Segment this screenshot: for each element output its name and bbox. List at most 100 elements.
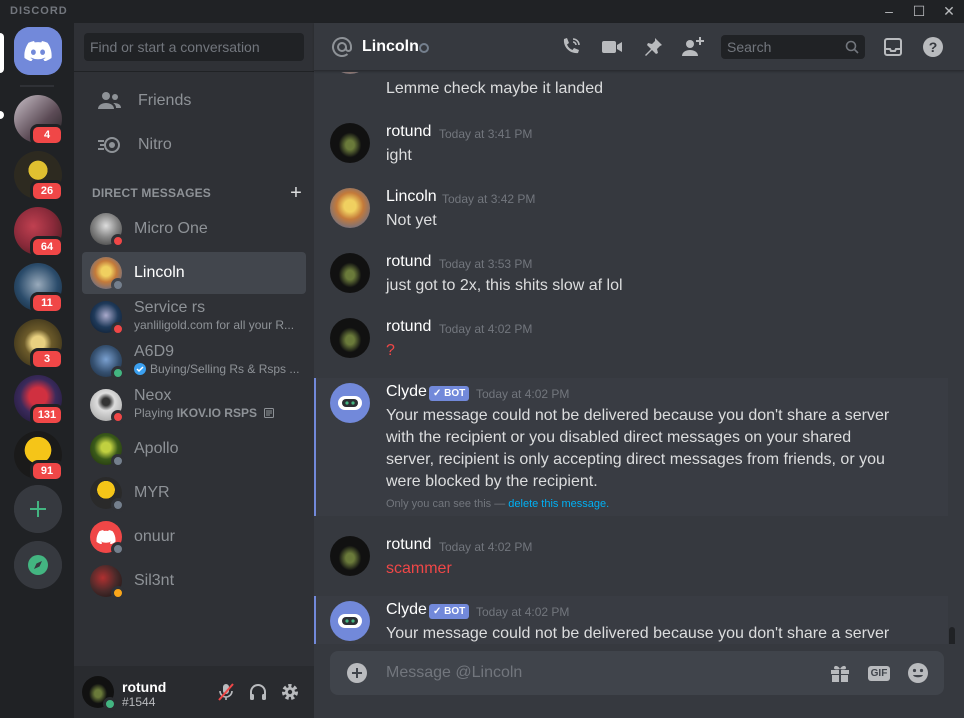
dm-name: Neox (134, 387, 172, 404)
start-video-call-button[interactable] (600, 35, 624, 59)
message-item: Lemme check maybe it landed (314, 72, 948, 97)
dm-item-myr[interactable]: MYR (82, 472, 306, 514)
status-offline-icon (111, 542, 125, 556)
message-item: rotund Today at 3:53 PM just got to 2x, … (314, 253, 948, 309)
user-settings-button[interactable] (277, 679, 303, 705)
search-icon (845, 40, 859, 57)
message-avatar[interactable] (330, 253, 370, 293)
minimize-button[interactable]: – (874, 0, 904, 23)
phone-call-icon (563, 38, 580, 54)
message-author[interactable]: Lincoln (386, 188, 437, 206)
add-friend-to-dm-button[interactable] (681, 35, 705, 59)
nitro-nav-item[interactable]: Nitro (82, 124, 306, 166)
activity-name: IKOV.IO RSPS (176, 406, 257, 420)
message-author[interactable]: rotund (386, 123, 431, 141)
gear-icon (282, 684, 298, 700)
dm-item-lincoln[interactable]: Lincoln (82, 252, 306, 294)
pinned-messages-button[interactable] (641, 35, 665, 59)
scrollbar-thumb[interactable] (949, 627, 955, 644)
home-button[interactable] (14, 27, 62, 75)
dm-item-sil3nt[interactable]: Sil3nt (82, 560, 306, 602)
message-content: ? (386, 342, 395, 359)
status-idle-icon (111, 586, 125, 600)
message-content: Your message could not be delivered beca… (386, 625, 890, 642)
deafen-button[interactable] (245, 679, 271, 705)
user-tag: #1544 (122, 695, 156, 709)
mute-button[interactable] (213, 679, 239, 705)
add-server-button[interactable] (14, 485, 62, 533)
message-avatar (330, 72, 370, 74)
dm-sidebar: Find or start a conversation Friends Nit… (74, 23, 314, 718)
explore-servers-button[interactable] (14, 541, 62, 589)
dm-name: A6D9 (134, 343, 175, 360)
server-icon-4[interactable]: 11 (14, 263, 64, 314)
help-button[interactable]: ? (921, 35, 945, 59)
server-icon-3[interactable]: 64 (14, 207, 64, 258)
rich-presence-icon (264, 408, 275, 418)
bot-tag-badge: ✓ BOT (429, 604, 470, 619)
message-author[interactable]: Clyde (386, 383, 427, 401)
video-camera-icon (602, 41, 622, 53)
at-mention-icon (330, 35, 354, 64)
message-author[interactable]: rotund (386, 253, 431, 271)
dm-status-text: Buying/Selling Rs & Rsps ... (150, 362, 300, 376)
bot-tag-badge: ✓ BOT (429, 386, 470, 401)
server-icon-5[interactable]: 3 (14, 319, 64, 370)
chat-header: Lincoln Search ? (314, 23, 964, 71)
status-online-icon (111, 366, 125, 380)
start-voice-call-button[interactable] (559, 35, 583, 59)
dm-item-micro-one[interactable]: Micro One (82, 208, 306, 250)
server-icon-1[interactable]: 4 (14, 95, 64, 146)
delete-message-link[interactable]: delete this message. (508, 498, 609, 510)
message-avatar[interactable] (330, 318, 370, 358)
message-composer[interactable]: Message @Lincoln GIF (330, 651, 944, 695)
server-icon-6[interactable]: 131 (14, 375, 64, 426)
nitro-label: Nitro (138, 136, 172, 153)
close-button[interactable]: ✕ (934, 0, 964, 23)
maximize-button[interactable]: ☐ (904, 0, 934, 23)
message-avatar[interactable] (330, 383, 370, 423)
message-avatar[interactable] (330, 601, 370, 641)
status-dnd-icon (111, 410, 125, 424)
message-avatar[interactable] (330, 536, 370, 576)
status-offline-icon (111, 454, 125, 468)
friends-nav-item[interactable]: Friends (82, 80, 306, 122)
dm-item-apollo[interactable]: Apollo (82, 428, 306, 470)
microphone-muted-icon (218, 683, 234, 701)
dm-item-service-rs[interactable]: Service rs yanliligold.com for all your … (82, 296, 306, 338)
gift-icon (831, 665, 849, 682)
server-icon-2[interactable]: 26 (14, 151, 64, 202)
chat-search-input[interactable]: Search (721, 35, 865, 59)
message-author[interactable]: rotund (386, 536, 431, 554)
friends-label: Friends (138, 92, 192, 109)
ephemeral-message: Clyde ✓ BOT Today at 4:02 PM Your messag… (314, 378, 948, 516)
gif-picker-button[interactable]: GIF (867, 661, 891, 685)
dm-item-a6d9[interactable]: A6D9 Buying/Selling Rs & Rsps ... (82, 340, 306, 382)
message-list: Lemme check maybe it landed rotund Today… (314, 72, 964, 644)
message-avatar[interactable] (330, 123, 370, 163)
message-input-placeholder[interactable]: Message @Lincoln (386, 664, 522, 682)
title-bar: DISCORD – ☐ ✕ (0, 0, 964, 23)
ephemeral-note: Only you can see this — delete this mess… (386, 498, 609, 510)
inbox-icon (884, 38, 902, 56)
plus-circle-icon (347, 663, 367, 683)
send-gift-button[interactable] (828, 661, 852, 685)
pin-icon (645, 38, 662, 56)
message-timestamp: Today at 4:02 PM (439, 540, 533, 554)
dm-item-neox[interactable]: Neox Playing IKOV.IO RSPS (82, 384, 306, 426)
create-dm-button[interactable]: + (290, 182, 302, 205)
dm-item-onuur[interactable]: onuur (82, 516, 306, 558)
status-dnd-icon (111, 322, 125, 336)
status-offline-icon (111, 498, 125, 512)
upload-attachment-button[interactable] (346, 662, 368, 689)
emoji-picker-button[interactable] (906, 661, 930, 685)
mention-badge: 131 (30, 404, 64, 426)
dm-search-input[interactable]: Find or start a conversation (84, 33, 304, 61)
inbox-button[interactable] (881, 35, 905, 59)
clyde-bot-icon (338, 614, 362, 628)
message-author[interactable]: Clyde (386, 601, 427, 619)
message-author[interactable]: rotund (386, 318, 431, 336)
unread-indicator (0, 111, 4, 119)
message-avatar[interactable] (330, 188, 370, 228)
server-icon-7[interactable]: 91 (14, 431, 64, 482)
